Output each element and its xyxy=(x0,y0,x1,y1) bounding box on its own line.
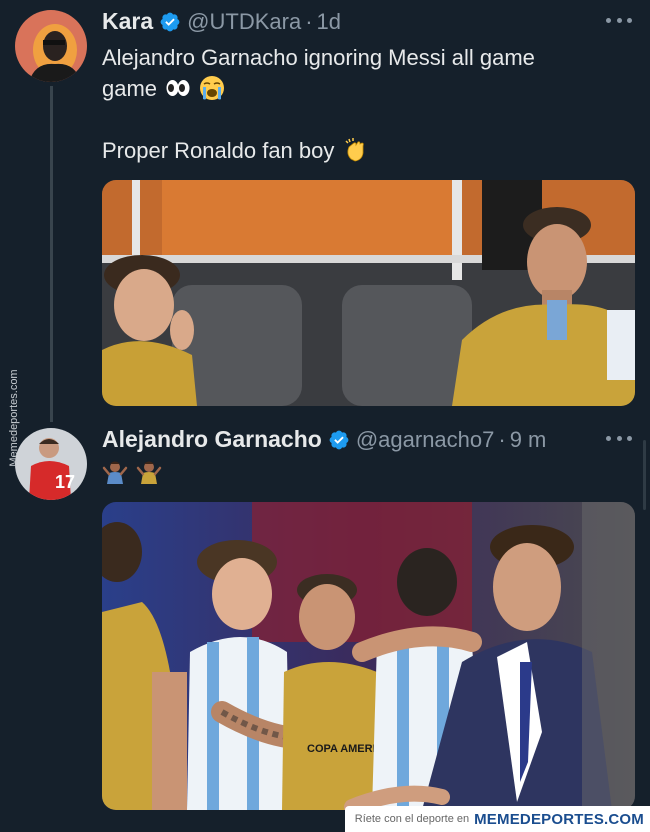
scrollbar[interactable] xyxy=(643,440,646,510)
tweet1-author-name[interactable]: Kara xyxy=(102,8,153,35)
garnacho-avatar[interactable]: 17 xyxy=(15,428,87,500)
thread-connector xyxy=(50,86,53,422)
shirt-number: 17 xyxy=(55,472,75,492)
more-options-icon[interactable] xyxy=(606,16,632,24)
tweet1-photo-bench[interactable] xyxy=(102,180,635,406)
tweet1-handle[interactable]: @UTDKara xyxy=(187,9,301,35)
tweet1-timestamp[interactable]: 1d xyxy=(317,9,341,35)
more-options-icon[interactable] xyxy=(606,434,632,442)
side-watermark: Memedeportes.com xyxy=(4,360,24,476)
footer-brand: MEMEDEPORTES.COM xyxy=(474,810,644,828)
side-watermark-text: Memedeportes.com xyxy=(8,369,20,467)
tweet2-handle[interactable]: @agarnacho7 xyxy=(356,427,495,453)
eyes-icon xyxy=(165,75,191,101)
tweet1-header: Kara @UTDKara · 1d xyxy=(102,8,341,35)
tweet2-timestamp[interactable]: 9 m xyxy=(510,427,547,453)
tweet1-separator: · xyxy=(305,8,313,34)
tweet2-photo-celebration[interactable]: COPA AMERICA USA 2024 xyxy=(102,502,635,810)
clapping-hands-icon xyxy=(343,137,369,163)
person-shrugging-icon xyxy=(102,458,128,484)
tweet1-text-line2: game xyxy=(102,76,158,101)
footer-tagline: Ríete con el deporte en xyxy=(354,813,470,825)
tweet1-body: Alejandro Garnacho ignoring Messi all ga… xyxy=(102,42,622,166)
tweet1-text-line1: Alejandro Garnacho ignoring Messi all ga… xyxy=(102,45,535,70)
person-shrugging-icon xyxy=(136,458,162,484)
tweet2-header: Alejandro Garnacho @agarnacho7 · 9 m xyxy=(102,426,546,453)
verified-badge-icon xyxy=(159,11,181,33)
tweet1-text-line3: Proper Ronaldo fan boy xyxy=(102,138,335,163)
tweet2-body xyxy=(102,456,622,487)
tweet2-separator: · xyxy=(498,426,506,452)
verified-badge-icon xyxy=(328,429,350,451)
kara-avatar[interactable] xyxy=(15,10,87,82)
tweet2-author-name[interactable]: Alejandro Garnacho xyxy=(102,426,322,453)
crying-face-icon xyxy=(199,75,225,101)
footer-banner[interactable]: Ríete con el deporte en MEMEDEPORTES.COM xyxy=(344,806,650,832)
